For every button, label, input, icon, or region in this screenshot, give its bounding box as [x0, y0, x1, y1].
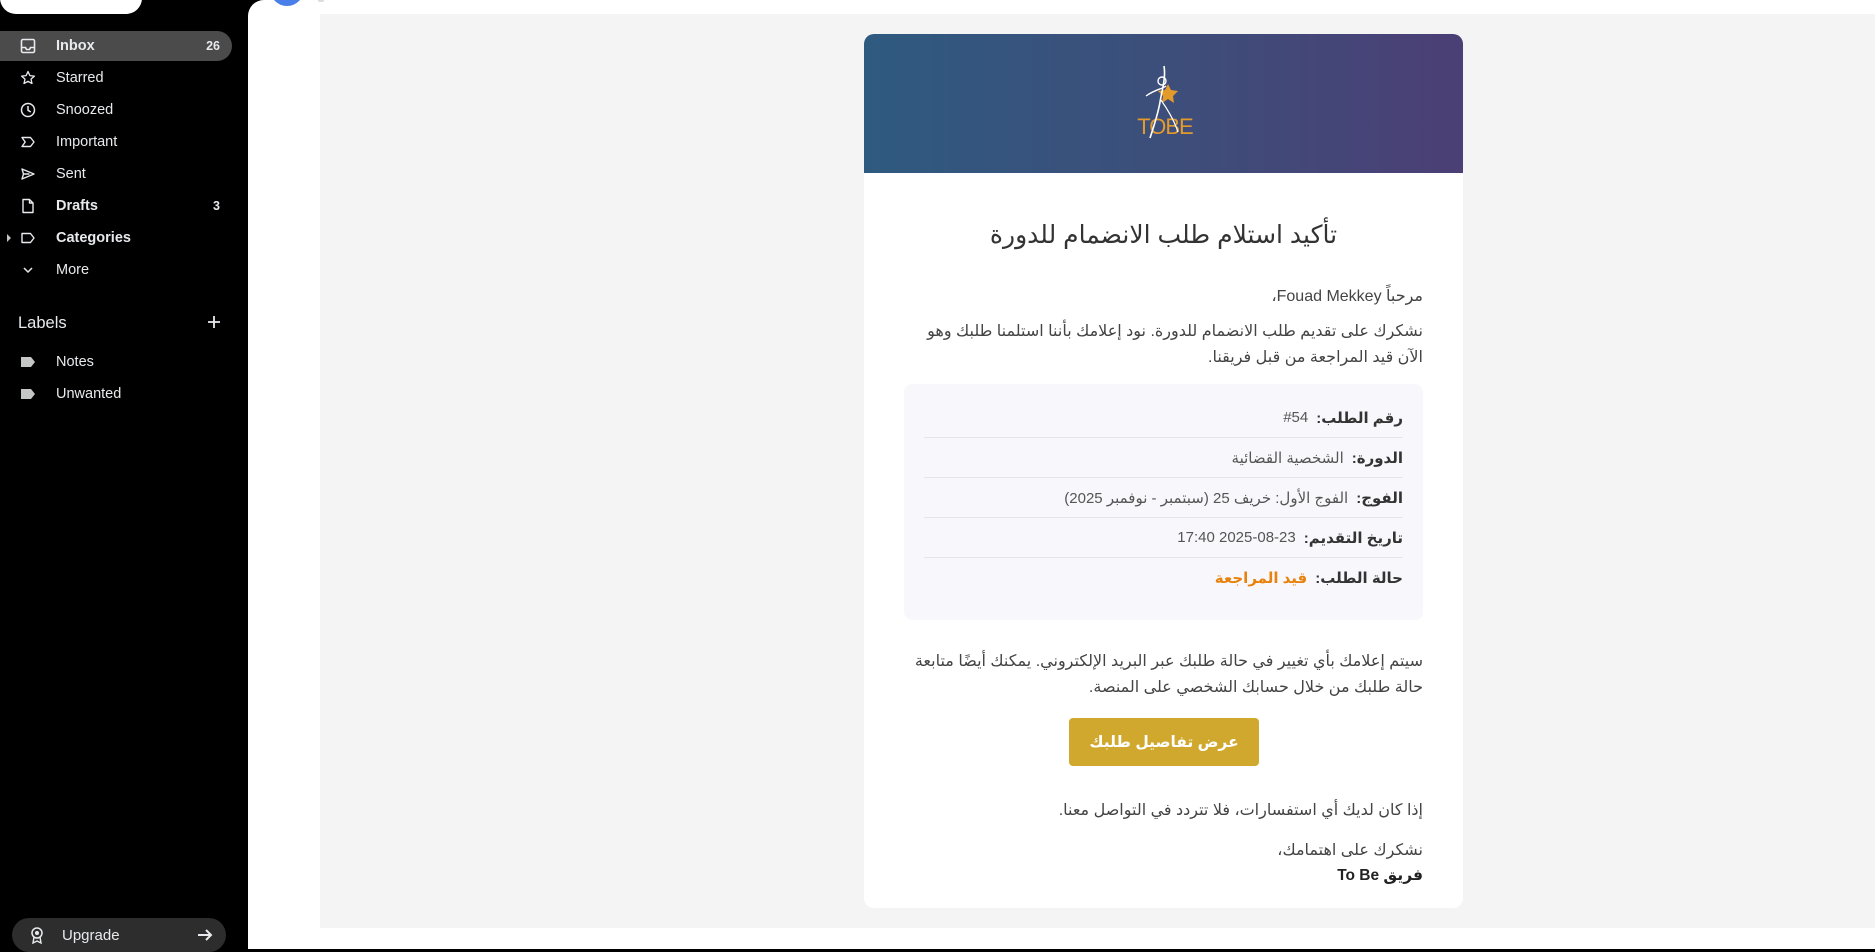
sidebar-item-label: More: [56, 262, 90, 278]
tobe-logo: TOBE: [1137, 65, 1194, 139]
sidebar-item-sent[interactable]: Sent: [0, 159, 232, 189]
clock-icon: [19, 101, 37, 119]
sidebar-label-unwanted[interactable]: Unwanted: [0, 379, 232, 409]
sidebar-item-label: Unwanted: [56, 386, 122, 402]
detail-value: 2025-08-23 17:40: [1177, 529, 1296, 546]
unread-count: 26: [206, 39, 220, 53]
sidebar-item-drafts[interactable]: Drafts 3: [0, 191, 232, 221]
sidebar-item-label: Starred: [56, 70, 104, 86]
email-card: TOBE تأكيد استلام طلب الانضمام للدورة مر…: [864, 34, 1463, 908]
draft-icon: [19, 197, 37, 215]
sidebar-item-label: Inbox: [56, 38, 95, 54]
detail-value: الفوج الأول: خريف 25 (سبتمبر - نوفمبر 20…: [1064, 489, 1349, 507]
add-label-icon[interactable]: [204, 312, 224, 332]
expand-caret-icon[interactable]: [7, 234, 11, 242]
notice-paragraph: سيتم إعلامك بأي تغيير في حالة طلبك عبر ا…: [914, 653, 1423, 696]
sidebar-item-more[interactable]: More: [0, 255, 232, 285]
view-request-details-button[interactable]: عرض تفاصيل طلبك: [1069, 718, 1259, 766]
chevron-down-icon: [19, 261, 37, 279]
compose-button[interactable]: [0, 0, 142, 14]
sidebar-item-important[interactable]: Important: [0, 127, 232, 157]
sidebar-item-categories[interactable]: Categories: [0, 223, 232, 253]
sidebar-item-label: Sent: [56, 166, 86, 182]
sidebar-item-label: Notes: [56, 354, 94, 370]
sidebar-label-notes[interactable]: Notes: [0, 347, 232, 377]
star-icon: [19, 69, 37, 87]
toolbar-stub: [318, 0, 324, 2]
sidebar-item-label: Important: [56, 134, 118, 150]
arrow-right-icon: [194, 924, 216, 946]
sidebar-item-snoozed[interactable]: Snoozed: [0, 95, 232, 125]
draft-count: 3: [213, 199, 220, 213]
sidebar-item-label: Drafts: [56, 198, 98, 214]
main-content: TOBE تأكيد استلام طلب الانضمام للدورة مر…: [248, 0, 1875, 949]
status-badge: قيد المراجعة: [1214, 569, 1308, 587]
detail-value: الشخصية القضائية: [1231, 449, 1344, 467]
important-icon: [19, 133, 37, 151]
thanks-line: نشكرك على اهتمامك،: [1277, 842, 1423, 859]
upgrade-button[interactable]: Upgrade: [12, 918, 226, 952]
detail-row-status: حالة الطلب: قيد المراجعة: [924, 558, 1403, 597]
detail-key: الدورة:: [1351, 449, 1403, 467]
award-icon: [28, 926, 46, 944]
email-body-background: TOBE تأكيد استلام طلب الانضمام للدورة مر…: [320, 14, 1875, 928]
sidebar-item-starred[interactable]: Starred: [0, 63, 232, 93]
inbox-icon: [19, 37, 37, 55]
label-filled-icon: [19, 385, 37, 403]
application-details: رقم الطلب: #54 الدورة: الشخصية القضائية …: [904, 384, 1423, 620]
detail-key: تاريخ التقديم:: [1303, 529, 1403, 547]
detail-key: رقم الطلب:: [1316, 409, 1403, 427]
logo-wordmark: TOBE: [1137, 114, 1193, 139]
signature: فريق To Be: [1337, 867, 1423, 884]
detail-key: حالة الطلب:: [1315, 569, 1403, 587]
contact-paragraph: إذا كان لديك أي استفسارات، فلا تتردد في …: [1058, 802, 1423, 819]
email-header-banner: TOBE: [864, 34, 1463, 173]
upgrade-label: Upgrade: [62, 926, 120, 944]
send-icon: [19, 165, 37, 183]
detail-value: #54: [1283, 409, 1309, 426]
label-icon: [19, 229, 37, 247]
sidebar-item-label: Categories: [56, 230, 131, 246]
detail-row-request-number: رقم الطلب: #54: [924, 398, 1403, 438]
email-title: تأكيد استلام طلب الانضمام للدورة: [989, 221, 1338, 249]
sidebar-item-inbox[interactable]: Inbox 26: [0, 31, 232, 61]
greeting: مرحباً Fouad Mekkey،: [1271, 288, 1423, 305]
sidebar: Inbox 26 Starred Snoozed Important Sent …: [0, 0, 248, 952]
avatar[interactable]: [270, 0, 304, 6]
label-filled-icon: [19, 353, 37, 371]
sidebar-item-label: Snoozed: [56, 102, 114, 118]
detail-key: الفوج:: [1356, 489, 1403, 507]
detail-row-cohort: الفوج: الفوج الأول: خريف 25 (سبتمبر - نو…: [924, 478, 1403, 518]
detail-row-course: الدورة: الشخصية القضائية: [924, 438, 1403, 478]
labels-header: Labels: [18, 314, 67, 332]
intro-paragraph: نشكرك على تقديم طلب الانضمام للدورة. نود…: [927, 323, 1423, 366]
detail-row-submission-date: تاريخ التقديم: 2025-08-23 17:40: [924, 518, 1403, 558]
